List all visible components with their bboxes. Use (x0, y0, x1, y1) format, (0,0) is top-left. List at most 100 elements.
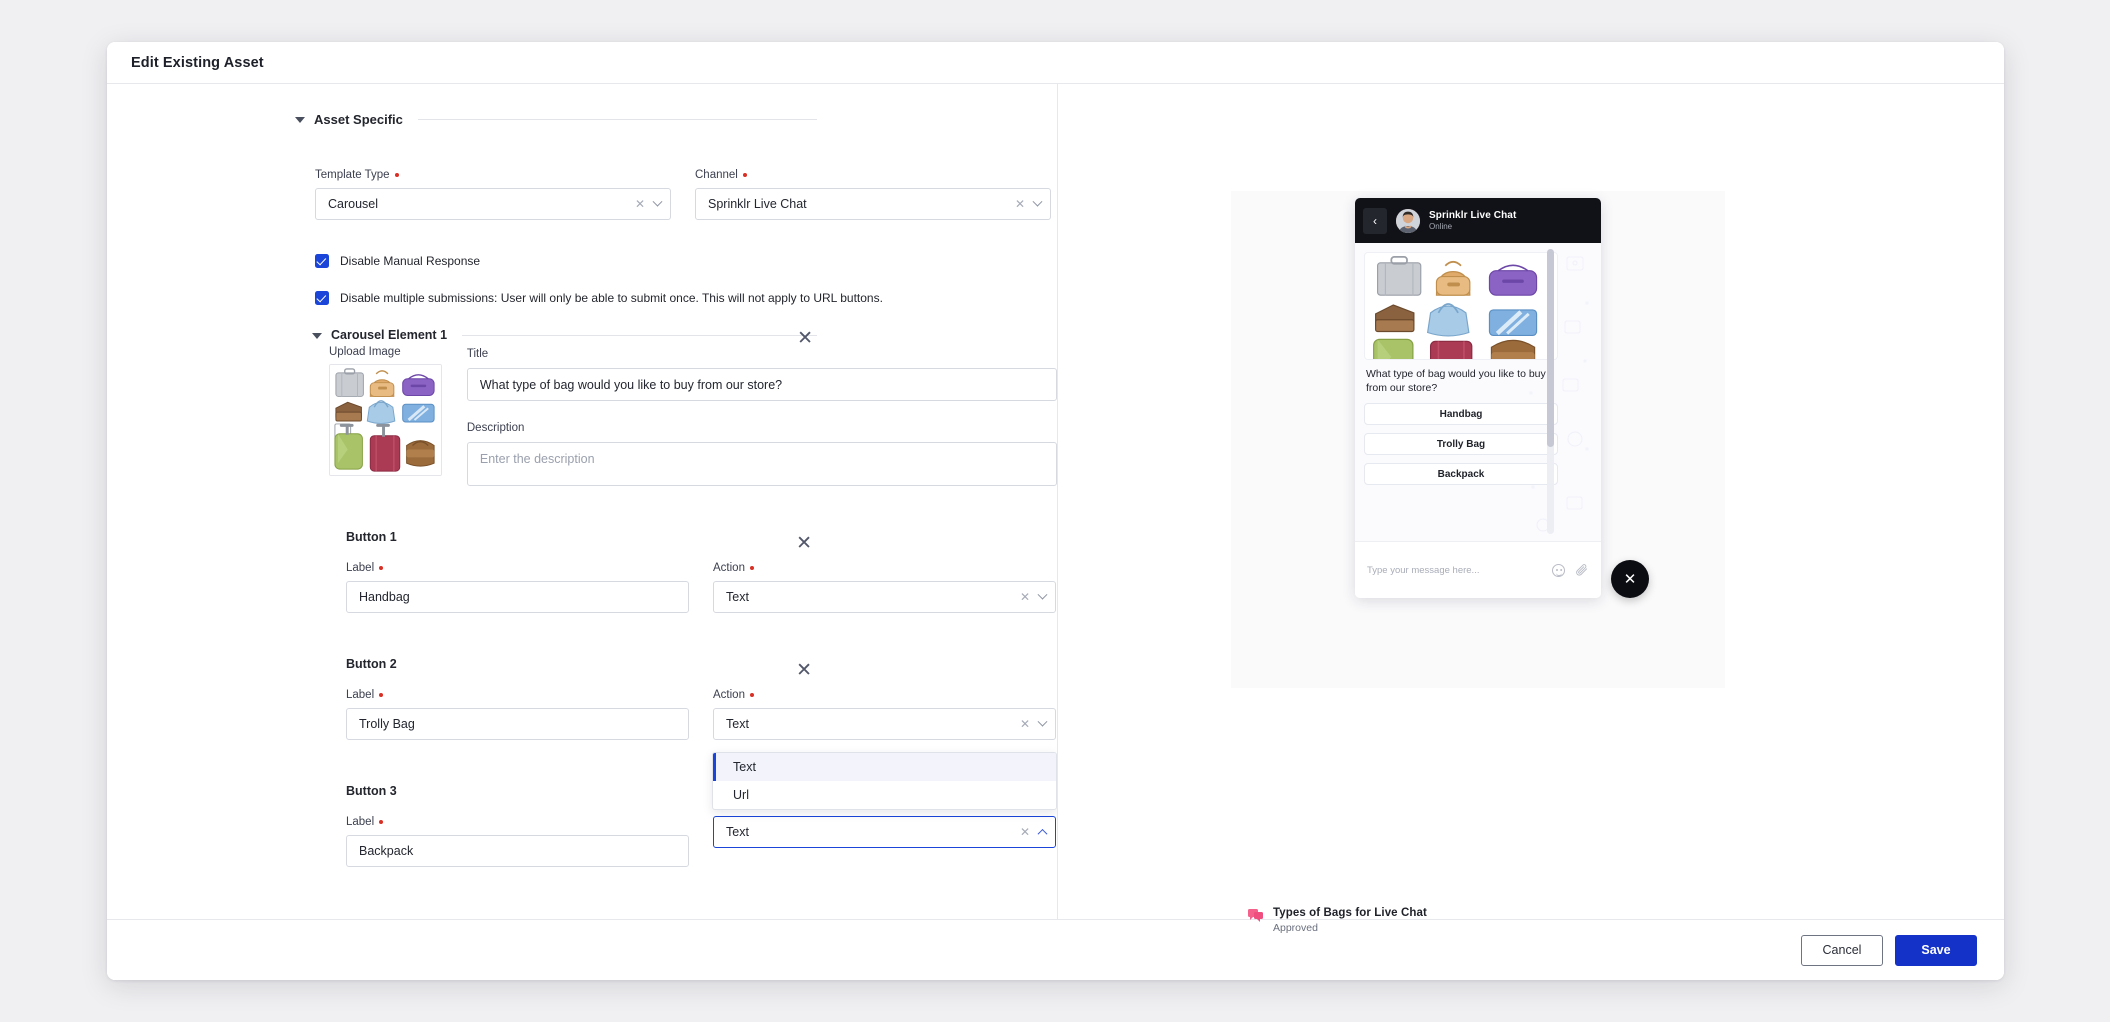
bags-image (330, 365, 441, 475)
button-3-label-field: Label Backpack (346, 816, 689, 867)
required-indicator-icon (749, 566, 754, 570)
chevron-down-icon[interactable] (1037, 589, 1048, 600)
chat-scrollbar-thumb[interactable] (1547, 249, 1554, 447)
button-1-label-input[interactable]: Handbag (346, 581, 689, 613)
button-2-action-select[interactable]: Text ✕ (713, 708, 1056, 740)
chat-body: What type of bag would you like to buy f… (1355, 243, 1601, 541)
chevron-down-icon[interactable] (1032, 196, 1043, 207)
save-button[interactable]: Save (1895, 934, 1977, 966)
channel-value: Sprinklr Live Chat (708, 197, 807, 211)
modal-header: Edit Existing Asset (107, 42, 2004, 84)
action-field-label: Action (713, 562, 1056, 574)
required-indicator-icon (394, 173, 399, 177)
chevron-down-icon[interactable] (1037, 716, 1048, 727)
button-3-label-input[interactable]: Backpack (346, 835, 689, 867)
asset-text-group: Types of Bags for Live Chat Approved (1273, 907, 1427, 934)
checkbox-icon[interactable] (315, 291, 329, 305)
label-field-label: Label (346, 689, 689, 701)
button-3-action-select[interactable]: Text ✕ (713, 816, 1056, 848)
button-1-action-value: Text (726, 590, 749, 604)
carousel-element-body: Upload Image Title What type of bag woul… (107, 346, 1057, 486)
bubble-image (1364, 252, 1558, 360)
action-field-label: Action (713, 689, 1056, 701)
emoji-icon[interactable] (1552, 563, 1565, 577)
required-indicator-icon (379, 820, 384, 824)
description-placeholder: Enter the description (479, 452, 595, 466)
button-3-action-field: Text Url Text ✕ (712, 752, 1057, 867)
attachment-icon[interactable] (1575, 563, 1589, 577)
button-3-label-value: Backpack (359, 844, 414, 858)
collapse-triangle-icon[interactable] (312, 332, 322, 339)
remove-carousel-element-button[interactable]: ✕ (797, 329, 813, 348)
clear-icon[interactable]: ✕ (1020, 718, 1030, 730)
quick-reply-trolly-bag[interactable]: Trolly Bag (1364, 433, 1558, 456)
remove-button-2[interactable]: ✕ (796, 661, 812, 680)
section-header-asset-specific[interactable]: Asset Specific (107, 112, 1057, 127)
description-input[interactable]: Enter the description (466, 442, 1057, 486)
preview-pane: ‹ Sprinklr Live Chat Online What type of… (1058, 84, 2004, 934)
upload-image-column: Upload Image (329, 346, 443, 486)
button-1-action-field: Action Text ✕ (713, 562, 1056, 613)
button-2-label-input[interactable]: Trolly Bag (346, 708, 689, 740)
back-arrow-icon[interactable]: ‹ (1363, 207, 1387, 234)
template-type-value: Carousel (328, 197, 379, 211)
quick-reply-backpack[interactable]: Backpack (1364, 463, 1558, 486)
clear-icon[interactable]: ✕ (1015, 198, 1025, 210)
channel-label: Channel (695, 169, 1051, 181)
chat-widget-preview: ‹ Sprinklr Live Chat Online What type of… (1355, 198, 1601, 598)
chat-message-input[interactable]: Type your message here... (1355, 541, 1601, 598)
description-field-label: Description (466, 422, 525, 434)
label-field-label: Label (346, 816, 689, 828)
title-value: What type of bag would you like to buy f… (479, 377, 783, 392)
checkbox-group: Disable Manual Response Disable multiple… (107, 254, 1057, 305)
label-field-label: Label (346, 562, 689, 574)
title-field-label: Title (466, 348, 489, 360)
form-scroll-area: Asset Specific Template Type Carousel ✕ … (107, 84, 1057, 907)
channel-select[interactable]: Sprinklr Live Chat ✕ (695, 188, 1051, 220)
action-dropdown-menu[interactable]: Text Url (712, 752, 1057, 810)
dropdown-option-text[interactable]: Text (713, 753, 1056, 781)
checkbox-row-disable-multiple-submissions[interactable]: Disable multiple submissions: User will … (315, 291, 1057, 305)
quick-reply-handbag[interactable]: Handbag (1364, 403, 1558, 426)
carousel-fields-column: Title What type of bag would you like to… (466, 346, 1057, 486)
button-2-action-value: Text (726, 717, 749, 731)
uploaded-image-thumbnail[interactable] (329, 364, 442, 476)
required-indicator-icon (749, 693, 754, 697)
clear-icon[interactable]: ✕ (1020, 826, 1030, 838)
chat-bubble: What type of bag would you like to buy f… (1364, 252, 1558, 486)
form-pane: Asset Specific Template Type Carousel ✕ … (107, 84, 1058, 919)
title-input[interactable]: What type of bag would you like to buy f… (466, 368, 1057, 401)
avatar (1396, 208, 1420, 233)
bags-image (1365, 253, 1557, 359)
collapse-triangle-icon[interactable] (295, 117, 305, 123)
preview-card: ‹ Sprinklr Live Chat Online What type of… (1231, 191, 1725, 934)
button-2-label-value: Trolly Bag (359, 717, 415, 731)
template-type-select[interactable]: Carousel ✕ (315, 188, 671, 220)
button-block-3: Button 3 Label Backpack Text Url Text ✕ (107, 752, 1057, 867)
checkbox-icon[interactable] (315, 254, 329, 268)
clear-icon[interactable]: ✕ (635, 198, 645, 210)
button-block-title: Button 2 (346, 657, 397, 671)
dropdown-option-url[interactable]: Url (713, 781, 1056, 809)
cancel-button[interactable]: Cancel (1801, 934, 1883, 966)
chevron-up-icon[interactable] (1037, 828, 1048, 839)
top-field-row: Template Type Carousel ✕ Channel Sprinkl… (107, 169, 1057, 220)
button-1-label-field: Label Handbag (346, 562, 689, 613)
chat-header: ‹ Sprinklr Live Chat Online (1355, 198, 1601, 243)
chat-scrollbar[interactable] (1547, 249, 1554, 534)
checkbox-row-disable-manual-response[interactable]: Disable Manual Response (315, 254, 1057, 268)
clear-icon[interactable]: ✕ (1020, 591, 1030, 603)
close-chat-fab-button[interactable]: ✕ (1611, 560, 1649, 598)
button-1-action-select[interactable]: Text ✕ (713, 581, 1056, 613)
carousel-element-header[interactable]: Carousel Element 1 (107, 328, 1057, 342)
remove-button-1[interactable]: ✕ (796, 534, 812, 553)
checkbox-label: Disable Manual Response (340, 254, 481, 268)
chat-message-text: What type of bag would you like to buy f… (1366, 368, 1546, 395)
template-type-field: Template Type Carousel ✕ (315, 169, 671, 220)
button-block-1: Button 1 ✕ Label Handbag Action Text ✕ (107, 530, 1057, 613)
required-indicator-icon (379, 693, 384, 697)
asset-name: Types of Bags for Live Chat (1273, 907, 1427, 919)
button-3-fields: Label Backpack Text Url Text ✕ (346, 752, 1057, 867)
chevron-down-icon[interactable] (652, 196, 663, 207)
button-2-label-field: Label Trolly Bag (346, 689, 689, 740)
